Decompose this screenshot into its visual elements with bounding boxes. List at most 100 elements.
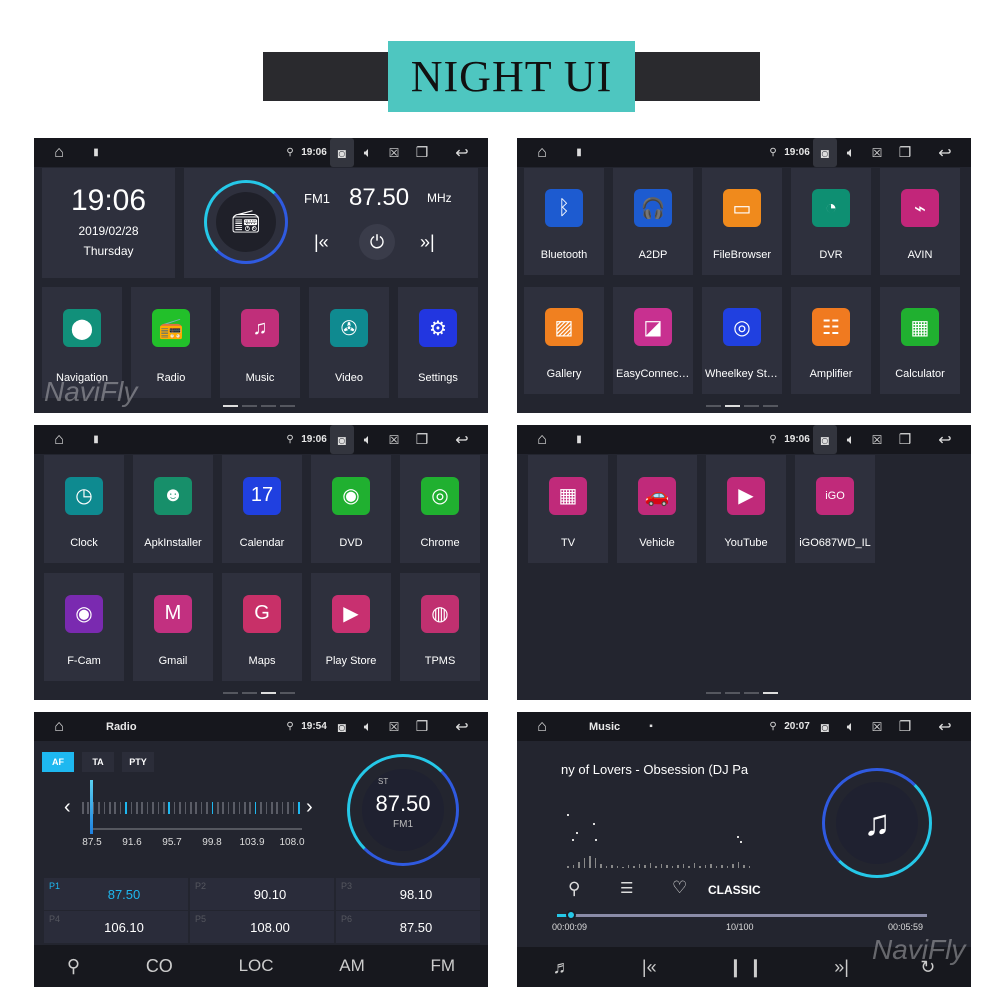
page-dot[interactable] [763, 692, 778, 694]
page-dot[interactable] [280, 692, 295, 694]
app-tile-tv[interactable]: ▦ TV [528, 455, 608, 563]
app-tile-vehicle[interactable]: 🚗 Vehicle [617, 455, 697, 563]
app-tile-dvd[interactable]: ◉ DVD [311, 455, 391, 563]
scale-right-arrow[interactable]: › [306, 796, 313, 819]
app-tile-easyconnecti[interactable]: ◪ EasyConnecti... [613, 287, 693, 394]
app-tile-maps[interactable]: G Maps [222, 573, 302, 681]
app-tile-igo687wd-il[interactable]: iGO iGO687WD_IL [795, 455, 875, 563]
page-dot[interactable] [763, 405, 778, 407]
page-dot[interactable] [706, 405, 721, 407]
page-dot[interactable] [706, 692, 721, 694]
volume-icon[interactable]: 🔈︎ [357, 425, 379, 454]
home-icon[interactable]: ⌂ [48, 712, 70, 741]
volume-icon[interactable]: 🔈︎ [357, 138, 379, 167]
page-dot[interactable] [725, 405, 740, 407]
app-tile-calendar[interactable]: 17 Calendar [222, 455, 302, 563]
home-icon[interactable]: ⌂ [531, 425, 553, 454]
app-tile-avin[interactable]: ⌁ AVIN [880, 168, 960, 275]
preset-p6[interactable]: P6 87.50 [336, 911, 480, 943]
page-dot[interactable] [242, 692, 257, 694]
app-tile-amplifier[interactable]: ☷ Amplifier [791, 287, 871, 394]
frequency-scale[interactable] [82, 802, 302, 816]
close-box-icon[interactable]: ☒ [867, 425, 887, 454]
back-icon[interactable]: ↩ [932, 425, 958, 454]
volume-icon[interactable]: 🔈︎ [840, 138, 862, 167]
app-tile-video[interactable]: ✇ Video [309, 287, 389, 398]
camera-icon[interactable]: ◙ [330, 425, 354, 454]
app-tile-radio[interactable]: 📻 Radio [131, 287, 211, 398]
page-dot[interactable] [242, 405, 257, 407]
radio-widget[interactable]: 📻︎ FM1 87.50 MHz |« ⏻ »| [184, 168, 478, 278]
preset-p4[interactable]: P4 106.10 [44, 911, 188, 943]
page-dot[interactable] [744, 692, 759, 694]
page-dot[interactable] [223, 405, 238, 407]
eq-preset-label[interactable]: CLASSIC [708, 883, 761, 897]
home-icon[interactable]: ⌂ [531, 712, 553, 741]
band-button-fm[interactable]: FM [431, 956, 456, 976]
recent-apps-icon[interactable]: ❐ [411, 138, 433, 167]
favorite-heart-icon[interactable]: ♡ [672, 878, 687, 898]
preset-p2[interactable]: P2 90.10 [190, 878, 334, 910]
next-icon[interactable]: »| [420, 232, 435, 253]
back-icon[interactable]: ↩ [449, 712, 475, 741]
app-tile-youtube[interactable]: ▶ YouTube [706, 455, 786, 563]
previous-track-icon[interactable]: |« [642, 957, 657, 978]
app-tile-bluetooth[interactable]: ᛒ Bluetooth [524, 168, 604, 275]
search-icon[interactable]: ⚲ [67, 956, 80, 977]
recent-apps-icon[interactable]: ❐ [894, 425, 916, 454]
app-tile-clock[interactable]: ◷ Clock [44, 455, 124, 563]
recent-apps-icon[interactable]: ❐ [894, 138, 916, 167]
search-icon[interactable]: ⚲ [568, 879, 580, 899]
page-dot[interactable] [744, 405, 759, 407]
page-dot[interactable] [261, 692, 276, 694]
radio-option-ta[interactable]: TA [82, 752, 114, 772]
playlist-icon[interactable]: ♬ [553, 957, 571, 978]
home-icon[interactable]: ⌂ [48, 138, 70, 167]
stereo-icon[interactable]: CO [146, 956, 173, 977]
page-dot[interactable] [261, 405, 276, 407]
app-tile-tpms[interactable]: ◍ TPMS [400, 573, 480, 681]
preset-p3[interactable]: P3 98.10 [336, 878, 480, 910]
prev-icon[interactable]: |« [314, 232, 329, 253]
home-icon[interactable]: ⌂ [531, 138, 553, 167]
preset-p5[interactable]: P5 108.00 [190, 911, 334, 943]
app-tile-calculator[interactable]: ▦ Calculator [880, 287, 960, 394]
app-tile-music[interactable]: ♫ Music [220, 287, 300, 398]
camera-icon[interactable]: ◙ [330, 712, 354, 741]
app-tile-chrome[interactable]: ◎ Chrome [400, 455, 480, 563]
volume-icon[interactable]: 🔈︎ [357, 712, 379, 741]
pause-icon[interactable]: ❙ ❙ [728, 957, 763, 978]
radio-option-af[interactable]: AF [42, 752, 74, 772]
app-tile-play-store[interactable]: ▶ Play Store [311, 573, 391, 681]
recent-apps-icon[interactable]: ❐ [894, 712, 916, 741]
volume-icon[interactable]: 🔈︎ [840, 712, 862, 741]
close-box-icon[interactable]: ☒ [384, 425, 404, 454]
app-tile-f-cam[interactable]: ◉ F-Cam [44, 573, 124, 681]
camera-icon[interactable]: ◙ [813, 712, 837, 741]
clock-widget[interactable]: 19:06 2019/02/28 Thursday [42, 168, 175, 278]
progress-track[interactable] [561, 914, 927, 917]
close-box-icon[interactable]: ☒ [867, 138, 887, 167]
app-tile-a2dp[interactable]: 🎧 A2DP [613, 168, 693, 275]
app-tile-filebrowser[interactable]: ▭ FileBrowser [702, 168, 782, 275]
page-dot[interactable] [280, 405, 295, 407]
back-icon[interactable]: ↩ [449, 425, 475, 454]
app-tile-wheelkey-stu[interactable]: ◎ Wheelkey Stu... [702, 287, 782, 394]
close-box-icon[interactable]: ☒ [867, 712, 887, 741]
power-button[interactable]: ⏻ [359, 224, 395, 260]
camera-icon[interactable]: ◙ [813, 138, 837, 167]
volume-icon[interactable]: 🔈︎ [840, 425, 862, 454]
app-tile-gmail[interactable]: M Gmail [133, 573, 213, 681]
equalizer-icon[interactable]: ☰ [620, 879, 633, 897]
band-button-loc[interactable]: LOC [239, 956, 274, 976]
back-icon[interactable]: ↩ [932, 138, 958, 167]
radio-option-pty[interactable]: PTY [122, 752, 154, 772]
tuning-needle[interactable] [90, 780, 93, 834]
app-tile-gallery[interactable]: ▨ Gallery [524, 287, 604, 394]
recent-apps-icon[interactable]: ❐ [411, 712, 433, 741]
camera-icon[interactable]: ◙ [813, 425, 837, 454]
app-tile-dvr[interactable]: ◔ DVR [791, 168, 871, 275]
camera-icon[interactable]: ◙ [330, 138, 354, 167]
home-icon[interactable]: ⌂ [48, 425, 70, 454]
page-dot[interactable] [223, 692, 238, 694]
